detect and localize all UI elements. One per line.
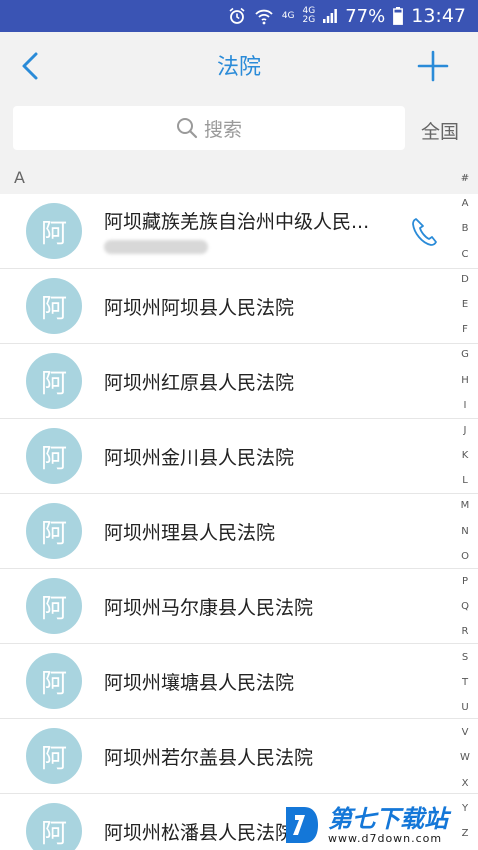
index-letter[interactable]: A [462,191,469,216]
section-header: A [0,160,478,194]
index-letter[interactable]: I [464,393,467,418]
index-letter[interactable]: Q [461,594,469,619]
index-letter[interactable]: S [462,645,468,670]
index-letter[interactable]: B [462,216,469,241]
watermark-url: www.d7down.com [328,831,443,845]
alphabet-index-bar[interactable]: # A B C D E F G H I J K L M N O P Q R S T U V W X Y Z [456,166,474,846]
index-letter[interactable]: C [462,242,469,267]
avatar: 阿 [26,653,82,709]
search-area: 搜索 全国 [0,98,478,160]
index-letter[interactable]: J [464,418,467,443]
list-item[interactable]: 阿 阿坝州红原县人民法院 [0,344,478,419]
court-name: 阿坝州理县人民法院 [104,522,276,544]
index-letter[interactable]: M [461,493,470,518]
battery-percent: 77% [345,5,386,27]
list-item[interactable]: 阿 阿坝州阿坝县人民法院 [0,269,478,344]
index-letter[interactable]: P [462,569,468,594]
court-name: 阿坝州金川县人民法院 [104,447,295,469]
court-name: 阿坝州阿坝县人民法院 [104,297,295,319]
section-letter: A [14,167,25,187]
avatar: 阿 [26,353,82,409]
index-letter[interactable]: N [461,519,468,544]
index-letter[interactable]: U [461,695,468,720]
alarm-icon [229,7,245,24]
avatar: 阿 [26,803,82,850]
nav-bar: 法院 [0,32,478,98]
region-filter-button[interactable]: 全国 [421,117,459,144]
court-name: 阿坝州若尔盖县人民法院 [104,747,314,769]
blurred-phone-number [104,240,208,254]
avatar: 阿 [26,728,82,784]
status-bar: 4G 4G 2G 77% 13:47 [0,0,478,32]
list-item[interactable]: 阿 阿坝州马尔康县人民法院 [0,569,478,644]
avatar: 阿 [26,578,82,634]
court-name: 阿坝州红原县人民法院 [104,372,295,394]
list-item[interactable]: 阿 阿坝州壤塘县人民法院 [0,644,478,719]
search-icon [176,118,198,139]
index-letter[interactable]: G [461,342,469,367]
chevron-left-icon[interactable] [16,50,44,82]
avatar: 阿 [26,278,82,334]
avatar: 阿 [26,428,82,484]
clock: 13:47 [411,5,466,27]
watermark-logo: 第七下载站 www.d7down.com [282,800,478,850]
avatar: 阿 [26,503,82,559]
phone-icon[interactable] [410,216,440,248]
signal-icon [323,9,338,23]
watermark-title: 第七下载站 [328,804,448,833]
list-item[interactable]: 阿 阿坝州金川县人民法院 [0,419,478,494]
index-letter[interactable]: L [462,468,468,493]
index-letter[interactable]: K [462,443,469,468]
avatar: 阿 [26,203,82,259]
index-letter[interactable]: T [462,670,468,695]
index-letter[interactable]: D [461,267,469,292]
index-letter[interactable]: X [462,771,469,796]
search-placeholder: 搜索 [203,118,242,141]
list-item[interactable]: 阿 阿坝州理县人民法院 [0,494,478,569]
index-letter[interactable]: # [461,166,469,191]
page-title: 法院 [216,55,261,80]
index-letter[interactable]: H [461,368,469,393]
d7-logo-icon [286,807,318,843]
index-letter[interactable]: W [460,745,470,770]
plus-icon[interactable] [416,49,450,83]
network-type-2: 4G 2G [302,6,316,25]
court-name: 阿坝州壤塘县人民法院 [104,672,295,694]
court-name: 阿坝藏族羌族自治州中级人民... [104,211,370,233]
wifi-icon [255,9,273,25]
court-name: 阿坝州松潘县人民法院 [104,822,295,844]
network-type-1: 4G [281,10,295,21]
index-letter[interactable]: V [462,720,469,745]
list-item[interactable]: 阿 阿坝州若尔盖县人民法院 [0,719,478,794]
court-list: 阿 阿坝藏族羌族自治州中级人民... 阿 阿坝州阿坝县人民法院 阿 阿坝州红原县… [0,194,478,850]
index-letter[interactable]: O [461,544,469,569]
battery-icon [393,7,404,25]
index-letter[interactable]: R [462,619,469,644]
index-letter[interactable]: E [462,292,468,317]
list-item[interactable]: 阿 阿坝藏族羌族自治州中级人民... [0,194,478,269]
index-letter[interactable]: F [462,317,468,342]
court-name: 阿坝州马尔康县人民法院 [104,597,314,619]
search-input[interactable]: 搜索 [13,106,405,150]
